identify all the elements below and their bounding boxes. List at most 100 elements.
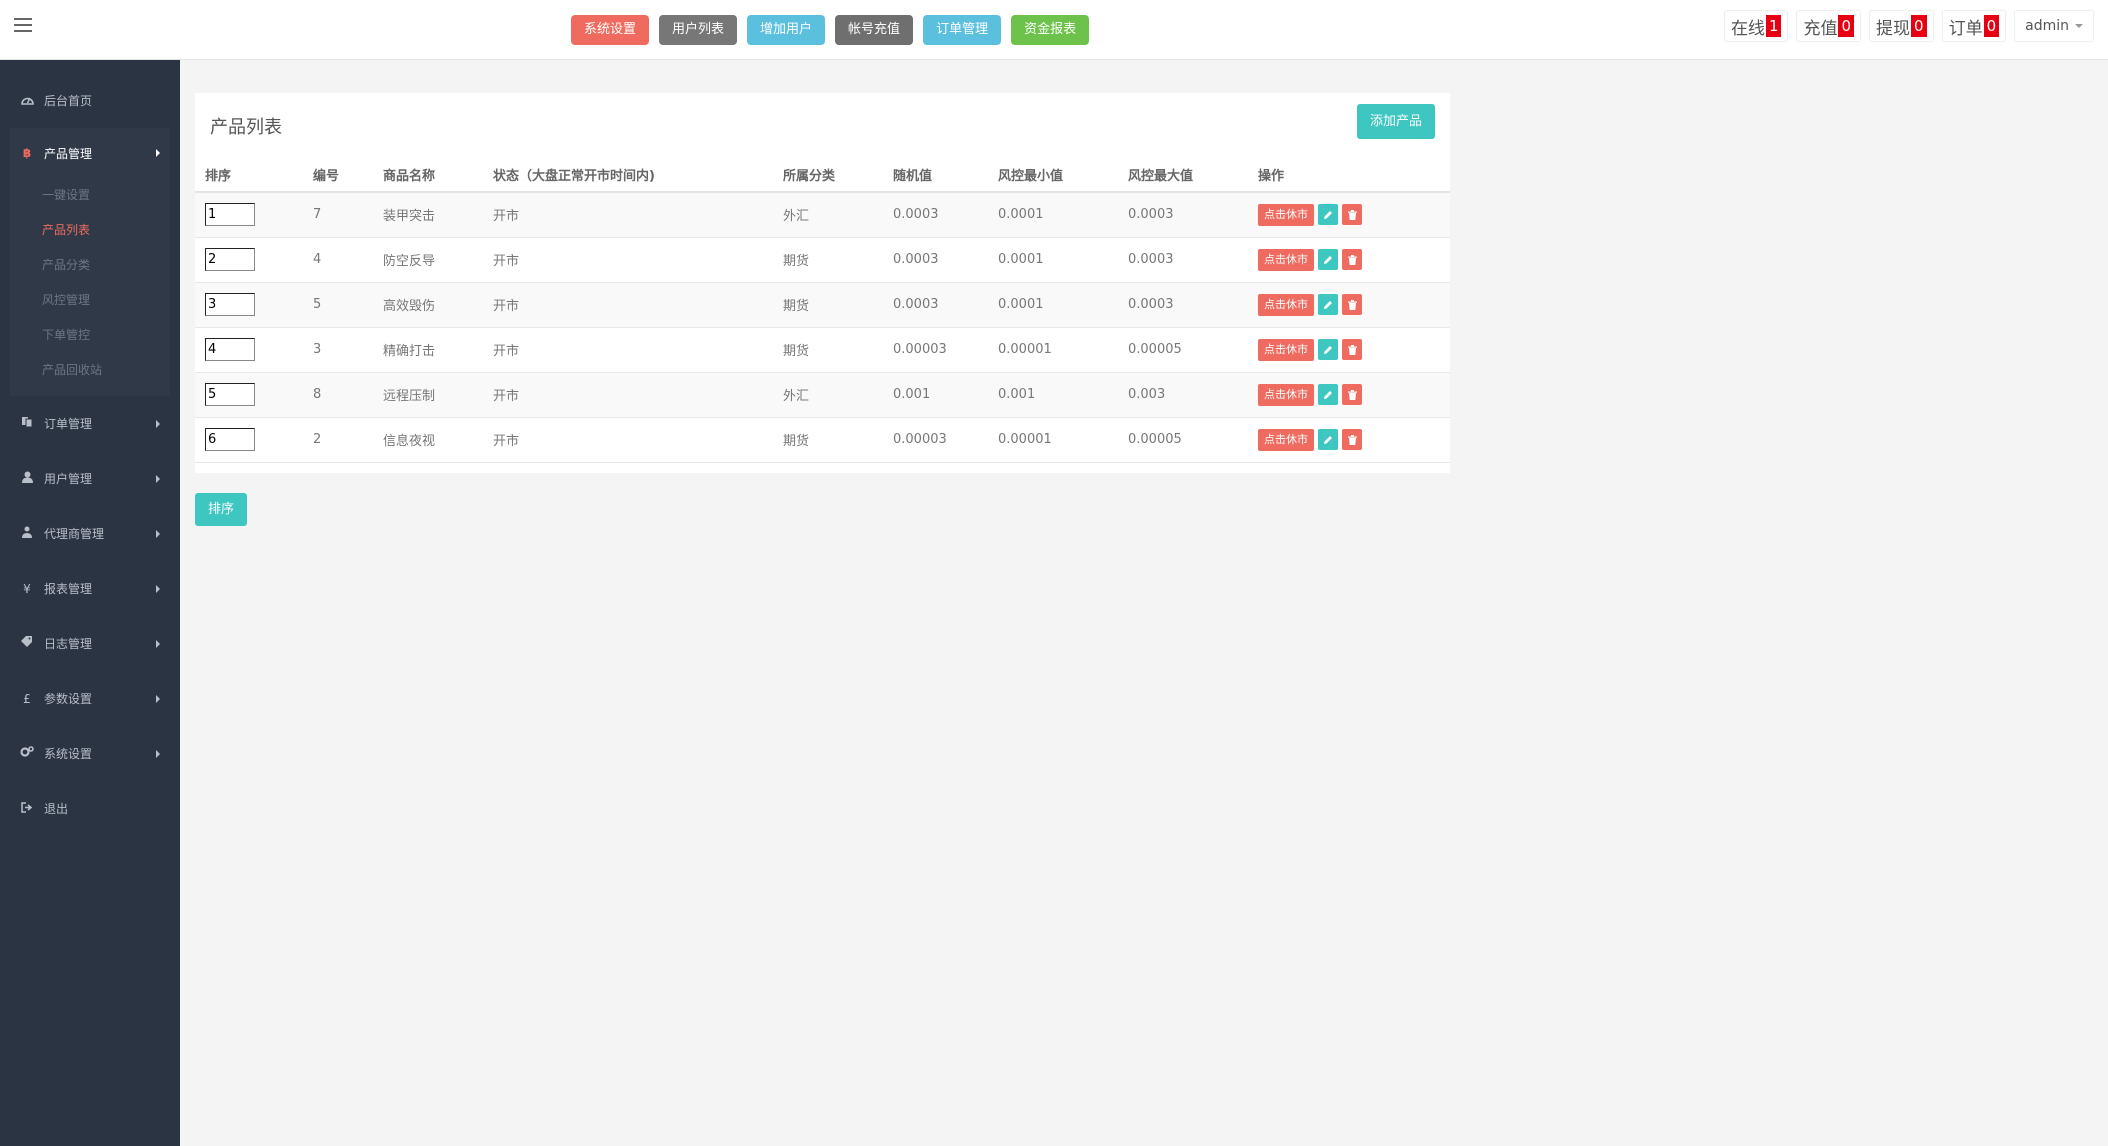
sidebar-item-logout[interactable]: 退出: [0, 781, 180, 836]
sidebar-item-orders[interactable]: 订单管理: [0, 396, 180, 451]
sidebar-item-label: 参数设置: [44, 692, 93, 706]
tags-icon: [20, 636, 34, 651]
topnav-system-settings-button[interactable]: 系统设置: [571, 15, 650, 45]
user-icon: [20, 471, 34, 486]
menu-toggle-icon[interactable]: [14, 18, 32, 32]
column-header: 排序: [195, 158, 303, 193]
id-cell: 2: [303, 417, 373, 463]
online-badge: 1: [1765, 15, 1782, 37]
edit-button[interactable]: [1318, 339, 1338, 360]
pencil-icon: [1324, 300, 1332, 309]
close-market-button[interactable]: 点击休市: [1258, 203, 1314, 226]
delete-button[interactable]: [1342, 384, 1362, 405]
category-cell: 期货: [773, 282, 883, 328]
name-cell: 信息夜视: [373, 417, 483, 463]
table-row: 2 信息夜视 开市 期货 0.00003 0.00001 0.00005 点击休…: [195, 417, 1450, 463]
risk-min-cell: 0.0001: [988, 282, 1118, 328]
sidebar-item-product-management[interactable]: ฿ 产品管理: [10, 128, 170, 178]
random-cell: 0.0003: [883, 282, 988, 328]
sidebar-item-system-settings[interactable]: 系统设置: [0, 726, 180, 781]
edit-button[interactable]: [1318, 249, 1338, 270]
topnav-order-management-button[interactable]: 订单管理: [923, 15, 1002, 45]
delete-button[interactable]: [1342, 339, 1362, 360]
risk-min-cell: 0.0001: [988, 237, 1118, 283]
close-market-button[interactable]: 点击休市: [1258, 428, 1314, 451]
status-cell: 开市: [483, 282, 773, 328]
submenu-product-category[interactable]: 产品分类: [10, 248, 170, 283]
topnav-account-recharge-button[interactable]: 帐号充值: [835, 15, 914, 45]
risk-min-cell: 0.0001: [988, 192, 1118, 238]
recharge-counter[interactable]: 充值 0: [1796, 10, 1862, 42]
sidebar-item-label: 后台首页: [44, 94, 93, 108]
submenu-one-click-settings[interactable]: 一键设置: [10, 178, 170, 213]
submenu-order-control[interactable]: 下单管控: [10, 318, 170, 353]
sidebar-item-parameters[interactable]: £ 参数设置: [0, 671, 180, 726]
table-row: 4 防空反导 开市 期货 0.0003 0.0001 0.0003 点击休市: [195, 237, 1450, 283]
sort-order-input[interactable]: [205, 203, 255, 227]
order-cell: [195, 237, 303, 283]
online-counter[interactable]: 在线 1: [1723, 10, 1789, 42]
sidebar-item-logs[interactable]: 日志管理: [0, 616, 180, 671]
recharge-badge: 0: [1838, 15, 1855, 37]
id-cell: 7: [303, 192, 373, 238]
delete-button[interactable]: [1342, 429, 1362, 450]
trash-icon: [1347, 209, 1357, 220]
status-cell: 开市: [483, 417, 773, 463]
caret-right-icon: [156, 585, 160, 593]
sidebar-item-agents[interactable]: 代理商管理: [0, 506, 180, 561]
status-cell: 开市: [483, 372, 773, 418]
name-cell: 防空反导: [373, 237, 483, 283]
edit-button[interactable]: [1318, 429, 1338, 450]
sort-order-input[interactable]: [205, 293, 255, 316]
order-counter[interactable]: 订单 0: [1941, 10, 2007, 42]
pound-icon: £: [23, 691, 31, 706]
submenu-product-list[interactable]: 产品列表: [10, 213, 170, 248]
delete-button[interactable]: [1342, 249, 1362, 270]
pencil-icon: [1324, 390, 1332, 399]
withdraw-badge: 0: [1911, 15, 1927, 37]
order-cell: [195, 327, 303, 373]
sidebar-item-users[interactable]: 用户管理: [0, 451, 180, 506]
sidebar-group-product: ฿ 产品管理 一键设置 产品列表 产品分类 风控管理 下单管控 产品回收站: [10, 128, 170, 396]
sort-order-input[interactable]: [205, 338, 255, 361]
sidebar-item-reports[interactable]: ¥ 报表管理: [0, 561, 180, 616]
pencil-icon: [1324, 345, 1332, 354]
sidebar-item-home[interactable]: 后台首页: [0, 73, 180, 128]
category-cell: 期货: [773, 417, 883, 463]
risk-min-cell: 0.00001: [988, 327, 1118, 373]
close-market-button[interactable]: 点击休市: [1258, 293, 1314, 316]
user-menu-dropdown[interactable]: admin: [2014, 10, 2094, 42]
withdraw-counter[interactable]: 提现 0: [1869, 10, 1934, 42]
edit-button[interactable]: [1318, 384, 1338, 405]
sort-order-input[interactable]: [205, 428, 255, 451]
sidebar-item-label: 日志管理: [44, 637, 93, 651]
submenu-risk-control[interactable]: 风控管理: [10, 283, 170, 318]
sort-button[interactable]: 排序: [195, 493, 248, 526]
column-header: 风控最大值: [1118, 158, 1248, 193]
table-row: 7 装甲突击 开市 外汇 0.0003 0.0001 0.0003 点击休市: [195, 192, 1450, 238]
table-row: 5 高效毁伤 开市 期货 0.0003 0.0001 0.0003 点击休市: [195, 282, 1450, 328]
category-cell: 外汇: [773, 192, 883, 238]
topnav-add-user-button[interactable]: 增加用户: [747, 15, 826, 45]
order-cell: [195, 282, 303, 328]
add-product-button[interactable]: 添加产品: [1356, 104, 1435, 139]
yen-icon: ¥: [23, 581, 31, 596]
close-market-button[interactable]: 点击休市: [1258, 338, 1314, 361]
edit-button[interactable]: [1318, 204, 1338, 226]
submenu-product-recycle-bin[interactable]: 产品回收站: [10, 353, 170, 388]
category-cell: 期货: [773, 327, 883, 373]
edit-button[interactable]: [1318, 294, 1338, 315]
close-market-button[interactable]: 点击休市: [1258, 248, 1314, 271]
delete-button[interactable]: [1342, 294, 1362, 315]
pencil-icon: [1324, 435, 1332, 444]
delete-button[interactable]: [1342, 204, 1362, 226]
sort-order-input[interactable]: [205, 248, 255, 271]
column-header: 编号: [303, 158, 373, 193]
id-cell: 5: [303, 282, 373, 328]
sort-order-input[interactable]: [205, 383, 255, 406]
topnav-fund-report-button[interactable]: 资金报表: [1011, 15, 1090, 45]
random-cell: 0.0003: [883, 237, 988, 283]
close-market-button[interactable]: 点击休市: [1258, 383, 1314, 406]
caret-right-icon: [156, 530, 160, 538]
topnav-user-list-button[interactable]: 用户列表: [659, 15, 738, 45]
